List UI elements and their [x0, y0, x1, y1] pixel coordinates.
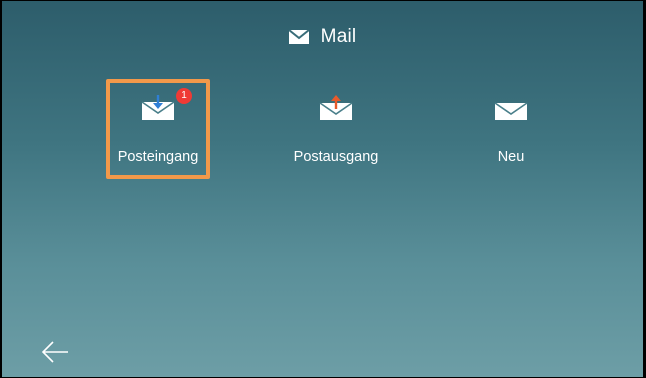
- new-mail-label: Neu: [497, 149, 525, 165]
- envelope-icon: [288, 30, 309, 44]
- inbox-icon: [141, 95, 175, 120]
- mail-app-grid: 1 Posteingang Postausgang Neu: [2, 79, 643, 179]
- new-mail-button[interactable]: Neu: [459, 79, 563, 179]
- back-arrow-icon[interactable]: [38, 337, 72, 367]
- inbox-button[interactable]: 1 Posteingang: [106, 79, 210, 179]
- unread-count-badge: 1: [176, 88, 192, 104]
- app-header: Mail: [2, 23, 643, 51]
- outbox-label: Postausgang: [293, 149, 379, 165]
- outbox-button[interactable]: Postausgang: [284, 79, 388, 179]
- new-mail-icon: [494, 102, 528, 120]
- page-title: Mail: [320, 26, 357, 47]
- inbox-label: Posteingang: [117, 149, 199, 165]
- outbox-icon: [319, 95, 353, 120]
- mail-screen: Mail 1 Posteingang Postausgang Neu: [0, 0, 646, 378]
